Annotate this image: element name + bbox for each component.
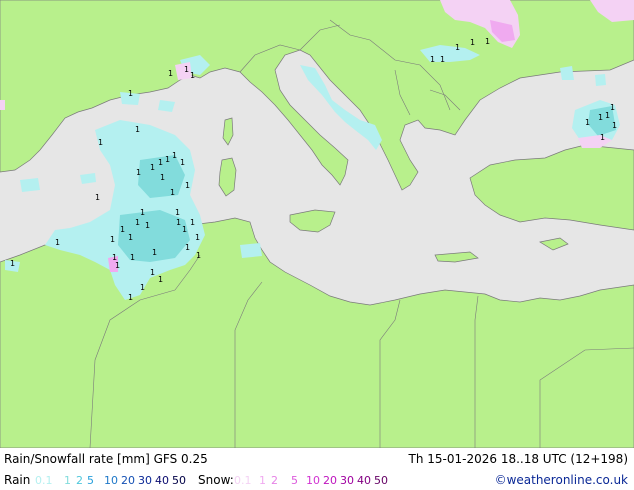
rain-legend-label: Rain bbox=[4, 473, 31, 487]
precip-marker: 1 bbox=[196, 251, 201, 260]
precip-marker: 1 bbox=[136, 168, 141, 177]
precip-marker: 1 bbox=[184, 65, 189, 74]
rain-level-2: 2 bbox=[76, 474, 83, 487]
precip-marker: 1 bbox=[190, 71, 195, 80]
precip-marker: 1 bbox=[165, 155, 170, 164]
precip-marker: 1 bbox=[55, 238, 60, 247]
rain-level-4: 10 bbox=[104, 474, 118, 487]
precip-marker: 1 bbox=[600, 133, 605, 142]
precip-marker: 1 bbox=[190, 218, 195, 227]
precip-marker: 1 bbox=[455, 43, 460, 52]
rain-level-5: 20 bbox=[121, 474, 135, 487]
precip-marker: 1 bbox=[98, 138, 103, 147]
snow-legend-label: Snow: bbox=[198, 473, 234, 487]
precip-marker: 1 bbox=[150, 163, 155, 172]
precip-marker: 1 bbox=[140, 283, 145, 292]
precip-marker: 1 bbox=[182, 225, 187, 234]
precip-marker: 1 bbox=[195, 233, 200, 242]
precip-marker: 1 bbox=[180, 158, 185, 167]
precip-marker: 1 bbox=[160, 173, 165, 182]
precip-marker: 1 bbox=[158, 275, 163, 284]
precip-marker: 1 bbox=[172, 151, 177, 160]
rain-level-1: 1 bbox=[64, 474, 71, 487]
precip-marker: 1 bbox=[128, 233, 133, 242]
rain-level-8: 50 bbox=[172, 474, 186, 487]
precip-marker: 1 bbox=[610, 103, 615, 112]
precip-marker: 1 bbox=[470, 38, 475, 47]
precip-marker: 1 bbox=[130, 253, 135, 262]
snow-level-7: 40 bbox=[357, 474, 371, 487]
precip-marker: 1 bbox=[145, 221, 150, 230]
snow-level-6: 30 bbox=[340, 474, 354, 487]
precip-marker: 1 bbox=[175, 208, 180, 217]
map-datetime: Th 15-01-2026 18..18 UTC (12+198) bbox=[408, 452, 628, 466]
precip-marker: 1 bbox=[128, 89, 133, 98]
precipitation-map: 1111111111 1 1111111111111111111111111 1111… bbox=[0, 0, 634, 448]
precip-marker: 1 bbox=[612, 121, 617, 130]
snow-level-5: 20 bbox=[323, 474, 337, 487]
precip-marker: 1 bbox=[605, 111, 610, 120]
rain-level-0: 0.1 bbox=[35, 474, 53, 487]
map-title: Rain/Snowfall rate [mm] GFS 0.25 bbox=[4, 452, 208, 466]
precip-marker: 1 bbox=[110, 235, 115, 244]
precip-marker: 1 bbox=[485, 37, 490, 46]
precip-marker: 1 bbox=[120, 225, 125, 234]
rain-level-7: 40 bbox=[155, 474, 169, 487]
precip-marker: 1 bbox=[168, 69, 173, 78]
precip-marker: 1 bbox=[440, 55, 445, 64]
precip-marker: 1 bbox=[185, 243, 190, 252]
precip-marker: 1 bbox=[170, 188, 175, 197]
snow-level-8: 50 bbox=[374, 474, 388, 487]
legend-footer: Rain/Snowfall rate [mm] GFS 0.25 Th 15-0… bbox=[0, 448, 634, 490]
snow-level-3: 5 bbox=[291, 474, 298, 487]
snow-level-2: 2 bbox=[271, 474, 278, 487]
precip-marker: 1 bbox=[176, 218, 181, 227]
rain-level-6: 30 bbox=[138, 474, 152, 487]
precip-marker: 1 bbox=[95, 193, 100, 202]
precip-marker: 1 bbox=[128, 293, 133, 302]
precip-marker: 1 bbox=[140, 208, 145, 217]
precip-marker: 1 bbox=[115, 261, 120, 270]
precip-marker: 1 bbox=[430, 55, 435, 64]
precip-marker: 1 bbox=[185, 181, 190, 190]
precip-marker: 1 bbox=[152, 248, 157, 257]
rain-level-3: 5 bbox=[87, 474, 94, 487]
precip-marker: 1 bbox=[135, 125, 140, 134]
snow-level-4: 10 bbox=[306, 474, 320, 487]
precip-marker: 1 bbox=[158, 158, 163, 167]
precip-marker: 1 bbox=[598, 113, 603, 122]
credit-link[interactable]: ©weatheronline.co.uk bbox=[495, 473, 628, 487]
precip-marker: 1 bbox=[135, 218, 140, 227]
snow-level-0: 0.1 bbox=[234, 474, 252, 487]
precip-marker: 1 bbox=[585, 118, 590, 127]
snow-level-1: 1 bbox=[259, 474, 266, 487]
precip-marker: 1 bbox=[150, 268, 155, 277]
precip-marker: 1 bbox=[10, 259, 15, 268]
